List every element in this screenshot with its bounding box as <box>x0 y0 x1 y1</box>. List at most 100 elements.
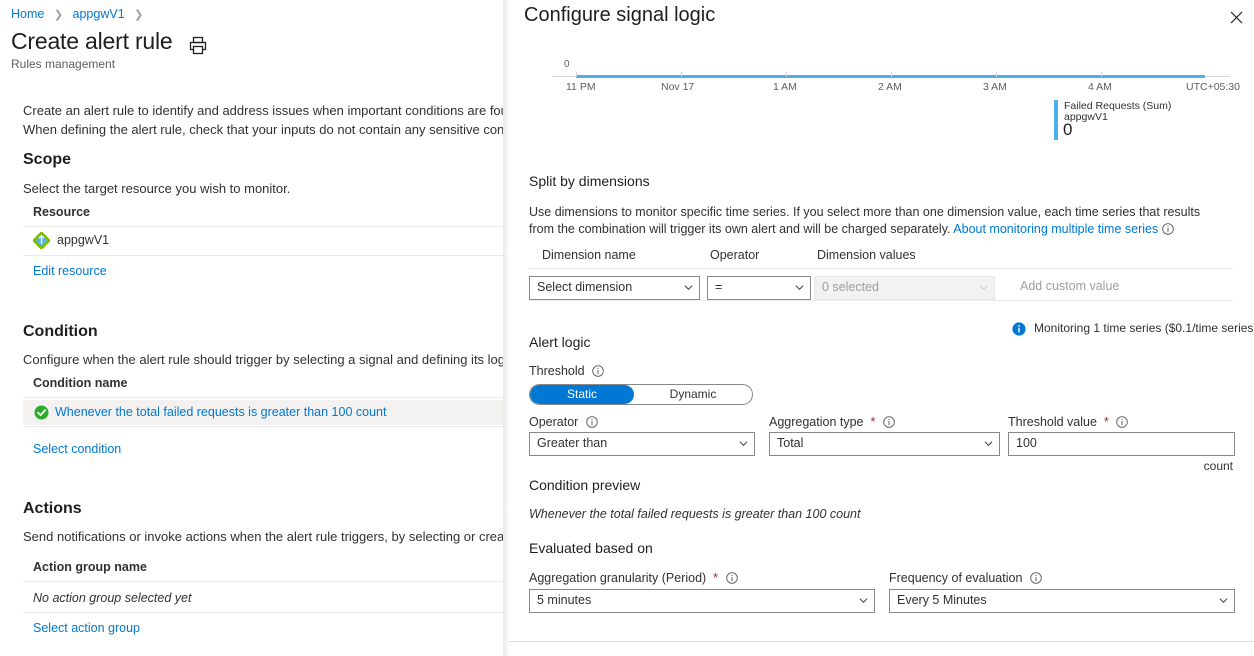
required-asterisk: * <box>709 571 719 585</box>
condition-description: Configure when the alert rule should tri… <box>23 352 503 367</box>
evaluated-based-on-heading: Evaluated based on <box>529 540 653 556</box>
chevron-down-icon <box>1219 598 1228 604</box>
printer-icon[interactable] <box>186 34 210 58</box>
blade-title: Configure signal logic <box>524 4 716 26</box>
metric-chart: 0 11 PM Nov 17 1 AM 2 AM 3 AM 4 AM UTC+0… <box>552 59 1240 100</box>
add-custom-value-placeholder: Add custom value <box>1020 279 1120 293</box>
info-icon[interactable] <box>1161 223 1174 235</box>
chart-x-tick-label: Nov 17 <box>661 81 695 93</box>
aggregation-type-value: Total <box>777 436 804 450</box>
divider <box>23 255 503 256</box>
threshold-value-label-text: Threshold value <box>1008 415 1097 429</box>
split-by-dimensions-heading: Split by dimensions <box>529 173 650 189</box>
frequency-of-evaluation-label-text: Frequency of evaluation <box>889 571 1023 585</box>
actions-column-header: Action group name <box>33 560 147 574</box>
chart-y-tick-label: 0 <box>564 59 570 70</box>
frequency-of-evaluation-value: Every 5 Minutes <box>897 593 987 607</box>
info-icon-svg <box>1116 416 1129 428</box>
green-check-icon-svg <box>34 405 49 420</box>
split-by-dimensions-description: Use dimensions to monitor specific time … <box>529 204 1209 238</box>
monitoring-time-series-badge: Monitoring 1 time series ($0.1/time seri… <box>1012 321 1254 336</box>
chevron-down-icon <box>859 598 868 604</box>
aggregation-type-label: Aggregation type * <box>769 415 895 429</box>
col-dimension-name: Dimension name <box>542 248 636 262</box>
aggregation-granularity-label-text: Aggregation granularity (Period) <box>529 571 707 585</box>
info-icon-svg <box>883 416 895 428</box>
divider <box>529 300 1233 301</box>
scope-heading: Scope <box>23 151 72 168</box>
chart-x-tick-label: 4 AM <box>1088 81 1112 93</box>
operator-value: Greater than <box>537 436 608 450</box>
frequency-of-evaluation-select[interactable]: Every 5 Minutes <box>889 589 1235 613</box>
divider <box>23 397 503 398</box>
actions-description: Send notifications or invoke actions whe… <box>23 529 503 544</box>
divider <box>23 612 503 613</box>
chart-x-tick-label: 3 AM <box>983 81 1007 93</box>
dimension-values-select[interactable]: 0 selected <box>814 276 995 300</box>
threshold-value-label: Threshold value * <box>1008 415 1129 429</box>
chart-legend-value: 0 <box>1063 120 1073 139</box>
blade-footer-area <box>508 642 1254 656</box>
breadcrumb: Home ❯ appgwV1 ❯ <box>11 5 149 24</box>
frequency-of-evaluation-label: Frequency of evaluation <box>889 571 1042 585</box>
page-title: Create alert rule <box>11 28 173 54</box>
breadcrumb-separator-icon: ❯ <box>134 9 144 21</box>
chart-tick <box>891 72 892 77</box>
operator-label-text: Operator <box>529 415 579 429</box>
select-condition-link[interactable]: Select condition <box>33 442 121 456</box>
chart-x-tick-label: 1 AM <box>773 81 797 93</box>
col-operator: Operator <box>710 248 760 262</box>
actions-heading: Actions <box>23 500 82 517</box>
chevron-down-icon <box>984 441 993 447</box>
aggregation-granularity-value: 5 minutes <box>537 593 592 607</box>
info-icon-svg <box>592 365 604 377</box>
about-monitoring-link[interactable]: About monitoring multiple time series <box>953 222 1158 236</box>
info-icon[interactable] <box>592 365 604 377</box>
dimension-name-value: Select dimension <box>537 280 633 294</box>
add-custom-value-input[interactable]: Add custom value <box>1013 276 1213 300</box>
dimension-operator-select[interactable]: = <box>707 276 811 300</box>
edit-resource-link[interactable]: Edit resource <box>33 264 107 278</box>
info-icon[interactable] <box>586 416 598 428</box>
chevron-down-icon <box>739 441 748 447</box>
info-icon[interactable] <box>725 572 738 584</box>
chart-tick <box>1101 72 1102 77</box>
info-icon[interactable] <box>1116 416 1129 428</box>
threshold-value-text: 100 <box>1016 436 1037 450</box>
aggregation-type-select[interactable]: Total <box>769 432 1000 456</box>
scope-column-header: Resource <box>33 205 90 219</box>
aggregation-type-label-text: Aggregation type <box>769 415 864 429</box>
chart-tick <box>786 72 787 77</box>
chevron-down-icon <box>979 285 988 291</box>
close-icon[interactable] <box>1224 5 1248 29</box>
threshold-static-option[interactable]: Static <box>530 385 634 404</box>
aggregation-granularity-select[interactable]: 5 minutes <box>529 589 875 613</box>
required-asterisk: * <box>867 415 876 429</box>
select-action-group-link[interactable]: Select action group <box>33 621 140 635</box>
dimension-name-select[interactable]: Select dimension <box>529 276 700 300</box>
operator-select[interactable]: Greater than <box>529 432 755 456</box>
divider <box>23 581 503 582</box>
breadcrumb-item-home[interactable]: Home <box>11 7 44 21</box>
chart-tick <box>576 72 577 77</box>
printer-icon-svg <box>189 36 207 55</box>
condition-preview-heading: Condition preview <box>529 477 641 493</box>
alert-logic-heading: Alert logic <box>529 334 591 350</box>
condition-row-label[interactable]: Whenever the total failed requests is gr… <box>55 405 386 419</box>
divider <box>529 268 1233 269</box>
info-filled-icon <box>1012 322 1026 336</box>
info-icon[interactable] <box>1030 572 1042 584</box>
info-filled-icon-svg <box>1012 322 1026 336</box>
info-icon-svg <box>586 416 598 428</box>
threshold-type-toggle[interactable]: Static Dynamic <box>529 384 753 405</box>
create-alert-rule-pane: Home ❯ appgwV1 ❯ Create alert rule Rules… <box>0 0 503 656</box>
threshold-unit-label: count <box>1203 459 1233 473</box>
intro-text: Create an alert rule to identify and add… <box>23 101 503 139</box>
info-icon[interactable] <box>883 416 895 428</box>
threshold-dynamic-option[interactable]: Dynamic <box>634 385 752 404</box>
green-check-icon <box>34 405 49 420</box>
breadcrumb-item-appgwv1[interactable]: appgwV1 <box>73 7 125 21</box>
application-gateway-icon-svg <box>32 231 51 250</box>
resource-name: appgwV1 <box>57 233 110 247</box>
threshold-value-input[interactable]: 100 <box>1008 432 1235 456</box>
